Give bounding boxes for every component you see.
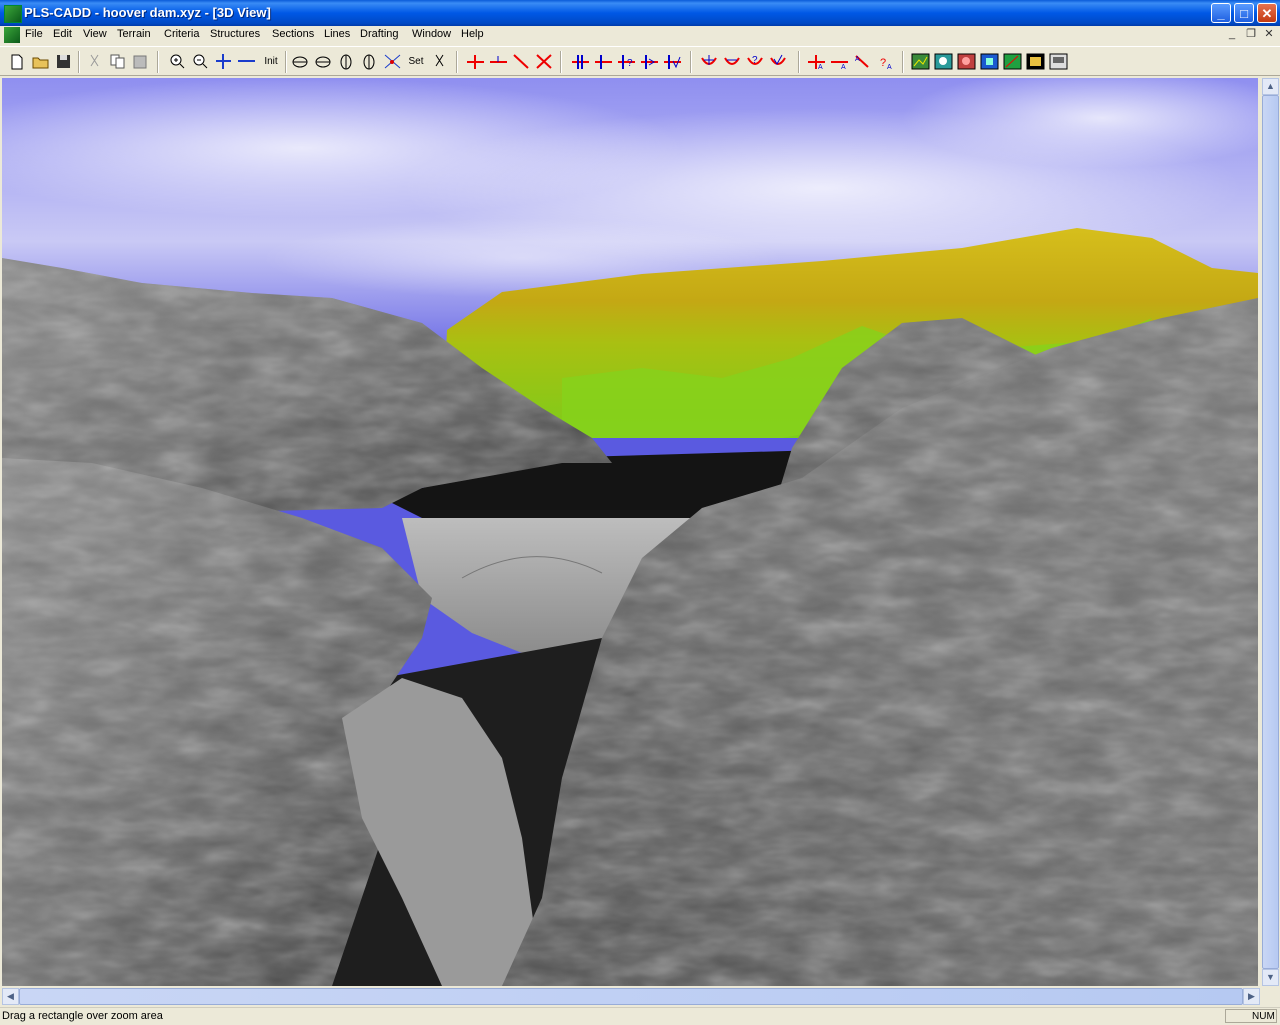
app-icon[interactable]: [4, 5, 22, 23]
menu-help[interactable]: Help: [461, 28, 484, 40]
menu-lines[interactable]: Lines: [324, 28, 350, 40]
scroll-down-button[interactable]: ▼: [1262, 969, 1279, 986]
rotate-down-icon[interactable]: [359, 52, 380, 71]
menu-terrain[interactable]: Terrain: [117, 28, 151, 40]
structure-view-icon[interactable]: [1025, 52, 1046, 71]
rotate-right-icon[interactable]: [313, 52, 334, 71]
copy-icon[interactable]: [107, 52, 128, 71]
horizontal-scrollbar[interactable]: ◀ ▶: [2, 988, 1260, 1005]
status-message: Drag a rectangle over zoom area: [2, 1010, 163, 1022]
menu-window[interactable]: Window: [412, 28, 451, 40]
scroll-up-button[interactable]: ▲: [1262, 78, 1279, 95]
cut-icon[interactable]: [84, 52, 105, 71]
sheet-view-icon[interactable]: [979, 52, 1000, 71]
menu-sections[interactable]: Sections: [272, 28, 314, 40]
add-annotation-icon[interactable]: A: [806, 52, 827, 71]
profile-view-icon[interactable]: [933, 52, 954, 71]
menu-view[interactable]: View: [83, 28, 107, 40]
set-view-button[interactable]: Set: [405, 52, 427, 71]
svg-text:A: A: [887, 64, 892, 71]
window-view-icon[interactable]: [1048, 52, 1069, 71]
terrain-render[interactable]: [2, 78, 1258, 986]
zoom-window-icon[interactable]: [382, 52, 403, 71]
horizontal-scroll-thumb[interactable]: [19, 988, 1243, 1005]
mdi-close-button[interactable]: ✕: [1261, 27, 1277, 42]
status-bar: Drag a rectangle over zoom area NUM: [0, 1007, 1280, 1025]
open-folder-icon[interactable]: [30, 52, 51, 71]
structure-info-icon[interactable]: ?: [616, 52, 637, 71]
svg-text:A: A: [818, 64, 823, 71]
init-view-button[interactable]: Init: [259, 52, 283, 71]
svg-text:?: ?: [752, 55, 758, 66]
move-structure-icon[interactable]: [639, 52, 660, 71]
minimize-button[interactable]: _: [1211, 3, 1231, 23]
maximize-button[interactable]: □: [1234, 3, 1254, 23]
scroll-left-button[interactable]: ◀: [2, 988, 19, 1005]
save-icon[interactable]: [53, 52, 74, 71]
3d-view-icon[interactable]: [956, 52, 977, 71]
window-title: PLS-CADD - hoover dam.xyz - [3D View]: [24, 5, 271, 20]
toolbar: Init Set ? ? A A A ? A: [0, 46, 1280, 76]
paste-icon[interactable]: [130, 52, 151, 71]
close-button[interactable]: ✕: [1257, 3, 1277, 23]
sag-check-icon[interactable]: [768, 52, 789, 71]
title-bar: PLS-CADD - hoover dam.xyz - [3D View] _ …: [0, 0, 1280, 26]
clip-icon[interactable]: [429, 52, 450, 71]
new-file-icon[interactable]: [6, 52, 27, 71]
scroll-right-button[interactable]: ▶: [1243, 988, 1260, 1005]
svg-text:?: ?: [880, 57, 886, 69]
add-pi-icon[interactable]: [465, 52, 486, 71]
move-annotation-icon[interactable]: A: [852, 52, 873, 71]
rotate-up-icon[interactable]: [336, 52, 357, 71]
3d-viewport[interactable]: Z X Y: [2, 78, 1258, 986]
map-view-icon[interactable]: [1002, 52, 1023, 71]
menu-structures[interactable]: Structures: [210, 28, 260, 40]
delete-structure-icon[interactable]: [662, 52, 683, 71]
menu-criteria[interactable]: Criteria: [164, 28, 199, 40]
zoom-out-icon[interactable]: [190, 52, 211, 71]
zoom-in-icon[interactable]: [167, 52, 188, 71]
insert-structure-icon[interactable]: [593, 52, 614, 71]
pan-icon[interactable]: [213, 52, 234, 71]
annotation-info-icon[interactable]: ? A: [875, 52, 896, 71]
zoom-extents-icon[interactable]: [236, 52, 257, 71]
svg-text:A: A: [855, 56, 860, 63]
sag-remove-icon[interactable]: [722, 52, 743, 71]
menu-edit[interactable]: Edit: [53, 28, 72, 40]
menu-bar: File Edit View Terrain Criteria Structur…: [0, 26, 1280, 45]
insert-pi-icon[interactable]: [488, 52, 509, 71]
menu-file[interactable]: File: [25, 28, 43, 40]
svg-text:A: A: [841, 64, 846, 71]
plan-view-icon[interactable]: [910, 52, 931, 71]
svg-text:?: ?: [627, 58, 633, 69]
vertical-scroll-thumb[interactable]: [1262, 95, 1279, 969]
add-structure-icon[interactable]: [570, 52, 591, 71]
move-pi-icon[interactable]: [511, 52, 532, 71]
mdi-minimize-button[interactable]: _: [1224, 27, 1240, 42]
sag-info-icon[interactable]: ?: [745, 52, 766, 71]
vertical-scrollbar[interactable]: ▲ ▼: [1262, 78, 1279, 986]
document-icon[interactable]: [4, 27, 20, 43]
rotate-left-icon[interactable]: [290, 52, 311, 71]
insert-annotation-icon[interactable]: A: [829, 52, 850, 71]
menu-drafting[interactable]: Drafting: [360, 28, 399, 40]
sag-add-icon[interactable]: [699, 52, 720, 71]
mdi-restore-button[interactable]: ❐: [1243, 27, 1259, 42]
num-lock-indicator: NUM: [1225, 1009, 1277, 1023]
delete-pi-icon[interactable]: [534, 52, 555, 71]
